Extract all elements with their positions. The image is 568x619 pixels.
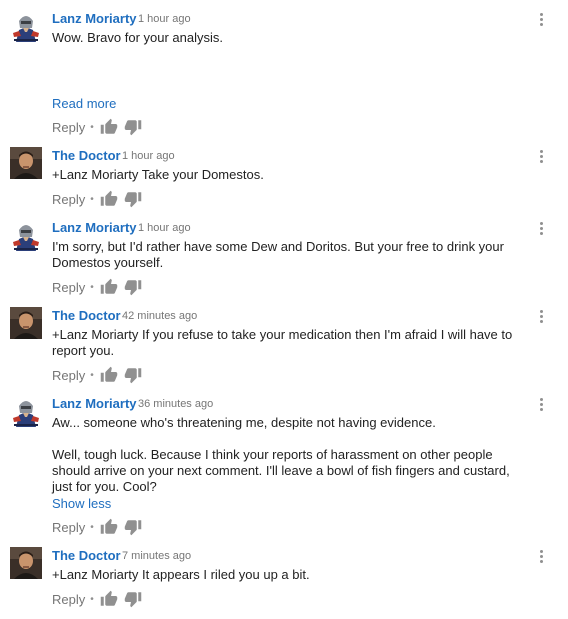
thumbs-down-icon[interactable]: [124, 190, 142, 208]
comment-time[interactable]: 36 minutes ago: [138, 398, 213, 410]
comment-text: I'm sorry, but I'd rather have some Dew …: [52, 239, 532, 271]
comment-author[interactable]: The Doctor: [52, 308, 121, 323]
comment-text: Wow. Bravo for your analysis.: [52, 30, 532, 46]
kebab-menu-icon[interactable]: [534, 10, 548, 28]
comment-paragraph: Aw... someone who's threatening me, desp…: [52, 415, 436, 430]
avatar[interactable]: [10, 147, 42, 179]
kebab-menu-icon[interactable]: [534, 547, 548, 565]
kebab-menu-icon[interactable]: [534, 307, 548, 325]
thumbs-up-icon[interactable]: [100, 366, 118, 384]
thumbs-up-icon[interactable]: [100, 518, 118, 536]
comment: Lanz Moriarty 36 minutes ago Aw... someo…: [0, 395, 568, 540]
separator-dot: •: [90, 193, 94, 205]
comment-paragraph: +Lanz Moriarty Take your Domestos.: [52, 167, 264, 182]
separator-dot: •: [90, 521, 94, 533]
comment-paragraph: +Lanz Moriarty It appears I riled you up…: [52, 567, 310, 582]
thumbs-up-icon[interactable]: [100, 190, 118, 208]
comment-text: +Lanz Moriarty It appears I riled you up…: [52, 567, 532, 583]
comment-paragraph: +Lanz Moriarty If you refuse to take you…: [52, 327, 513, 358]
comment-paragraph: Wow. Bravo for your analysis.: [52, 30, 223, 45]
reply-button[interactable]: Reply: [52, 520, 85, 535]
comment-actions: Reply •: [52, 278, 142, 296]
thumbs-down-icon[interactable]: [124, 590, 142, 608]
comment-paragraph: Well, tough luck. Because I think your r…: [52, 447, 510, 494]
reply-button[interactable]: Reply: [52, 192, 85, 207]
comment-actions: Reply •: [52, 118, 142, 136]
comment: The Doctor 7 minutes ago +Lanz Moriarty …: [0, 547, 568, 609]
comment-actions: Reply •: [52, 190, 142, 208]
comment: The Doctor 1 hour ago +Lanz Moriarty Tak…: [0, 147, 568, 208]
separator-dot: •: [90, 369, 94, 381]
comment-actions: Reply •: [52, 518, 142, 536]
comment-author[interactable]: Lanz Moriarty: [52, 220, 137, 235]
thumbs-up-icon[interactable]: [100, 118, 118, 136]
kebab-menu-icon[interactable]: [534, 395, 548, 413]
comment-author[interactable]: The Doctor: [52, 548, 121, 563]
avatar[interactable]: [10, 10, 42, 42]
thumbs-down-icon[interactable]: [124, 366, 142, 384]
comment-author[interactable]: Lanz Moriarty: [52, 11, 137, 26]
avatar[interactable]: [10, 395, 42, 427]
comment: Lanz Moriarty 1 hour ago Wow. Bravo for …: [0, 10, 568, 140]
thumbs-down-icon[interactable]: [124, 518, 142, 536]
comment-paragraph: I'm sorry, but I'd rather have some Dew …: [52, 239, 504, 270]
thumbs-up-icon[interactable]: [100, 590, 118, 608]
comment-time[interactable]: 42 minutes ago: [122, 310, 197, 322]
comment-text: +Lanz Moriarty Take your Domestos.: [52, 167, 532, 183]
comment-time[interactable]: 7 minutes ago: [122, 550, 191, 562]
reply-button[interactable]: Reply: [52, 592, 85, 607]
kebab-menu-icon[interactable]: [534, 219, 548, 237]
comment-time[interactable]: 1 hour ago: [138, 13, 191, 25]
thumbs-down-icon[interactable]: [124, 118, 142, 136]
avatar[interactable]: [10, 219, 42, 251]
comment-actions: Reply •: [52, 590, 142, 608]
kebab-menu-icon[interactable]: [534, 147, 548, 165]
comment: Lanz Moriarty 1 hour ago I'm sorry, but …: [0, 219, 568, 299]
separator-dot: •: [90, 121, 94, 133]
comment-text: +Lanz Moriarty If you refuse to take you…: [52, 327, 532, 359]
thumbs-down-icon[interactable]: [124, 278, 142, 296]
comment-time[interactable]: 1 hour ago: [138, 222, 191, 234]
separator-dot: •: [90, 593, 94, 605]
separator-dot: •: [90, 281, 94, 293]
reply-button[interactable]: Reply: [52, 280, 85, 295]
read-more-link[interactable]: Read more: [52, 96, 116, 111]
reply-button[interactable]: Reply: [52, 368, 85, 383]
show-less-link[interactable]: Show less: [52, 496, 111, 511]
avatar[interactable]: [10, 547, 42, 579]
comment-author[interactable]: The Doctor: [52, 148, 121, 163]
avatar[interactable]: [10, 307, 42, 339]
comment-text: Aw... someone who's threatening me, desp…: [52, 415, 532, 495]
comment: The Doctor 42 minutes ago +Lanz Moriarty…: [0, 307, 568, 387]
comment-actions: Reply •: [52, 366, 142, 384]
comment-time[interactable]: 1 hour ago: [122, 150, 175, 162]
thumbs-up-icon[interactable]: [100, 278, 118, 296]
comment-author[interactable]: Lanz Moriarty: [52, 396, 137, 411]
reply-button[interactable]: Reply: [52, 120, 85, 135]
